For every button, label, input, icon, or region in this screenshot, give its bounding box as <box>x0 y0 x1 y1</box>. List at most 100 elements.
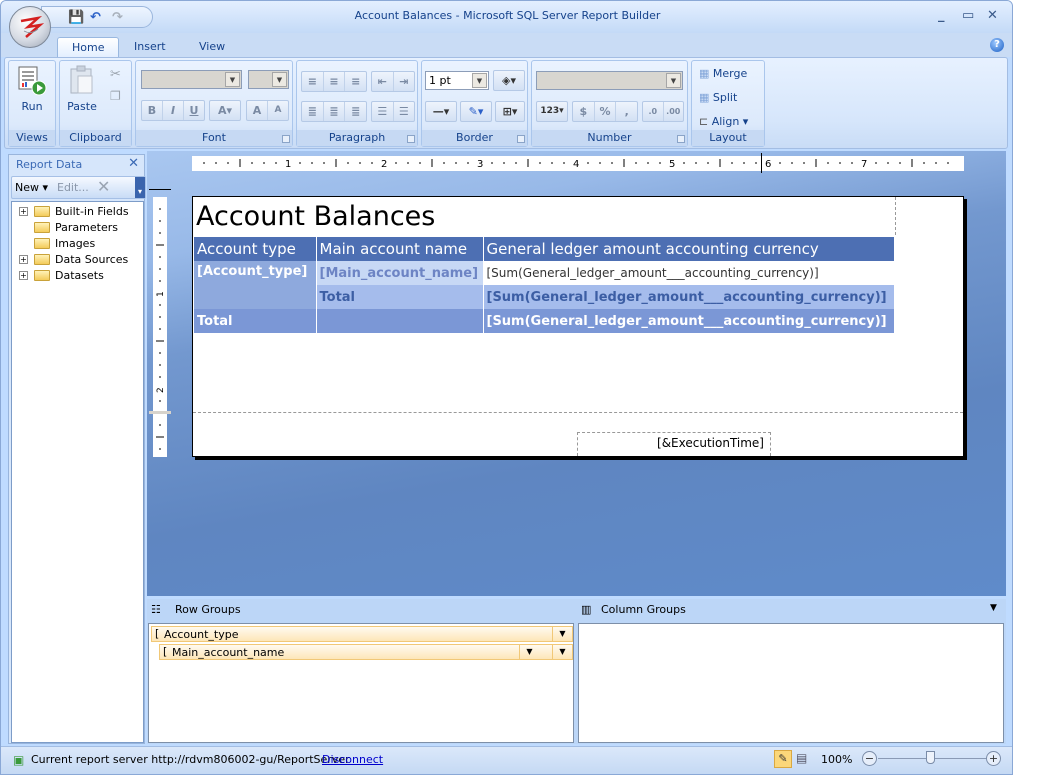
header-cell[interactable]: Main account name <box>316 237 483 261</box>
grow-font-icon[interactable]: A <box>247 101 268 120</box>
paste-button[interactable]: Paste <box>64 65 100 113</box>
amount-cell[interactable]: [Sum(General_ledger_amount___accounting_… <box>483 261 894 285</box>
body-footer-splitter[interactable] <box>149 411 171 414</box>
chevron-down-icon[interactable]: ▼ <box>552 627 572 641</box>
align-button[interactable]: ⊏ Align ▾ <box>699 115 748 128</box>
increase-indent-icon[interactable]: ⇥ <box>394 72 415 91</box>
header-cell[interactable]: General ledger amount accounting currenc… <box>483 237 894 261</box>
align-right-icon[interactable]: ≣ <box>345 102 366 121</box>
percent-button[interactable]: % <box>595 102 617 121</box>
header-cell[interactable]: Account type <box>194 237 316 261</box>
tab-insert[interactable]: Insert <box>120 37 180 57</box>
chevron-down-icon[interactable]: ▼ <box>519 645 539 659</box>
design-view-button[interactable]: ✎ <box>774 750 792 768</box>
decimal-buttons: .0.00 <box>642 101 684 122</box>
subtotal-amount-cell[interactable]: [Sum(General_ledger_amount___accounting_… <box>483 285 894 309</box>
edit-button[interactable]: Edit... <box>57 181 89 194</box>
disconnect-link[interactable]: Disconnect <box>322 753 383 766</box>
tree-node-datasets[interactable]: +Datasets <box>12 268 142 284</box>
fill-color-button[interactable]: ◈▾ <box>493 70 525 91</box>
maximize-button[interactable]: ▭ <box>962 8 974 23</box>
ruler-corner-line <box>149 189 171 190</box>
preview-view-button[interactable]: ▤ <box>796 751 807 765</box>
font-dialog-launcher[interactable] <box>282 135 290 143</box>
currency-button[interactable]: $ <box>573 102 595 121</box>
tree-node-images[interactable]: Images <box>12 236 142 252</box>
subtotal-label-cell[interactable]: Total <box>316 285 483 309</box>
row-group-main-account-name[interactable]: [ Main_account_name ▼ ▼ <box>159 644 573 660</box>
align-center-icon[interactable]: ≣ <box>324 102 346 121</box>
number-format-combo[interactable]: ▼ <box>536 71 683 90</box>
close-panel-icon[interactable]: ✕ <box>128 156 139 171</box>
run-button[interactable]: Run <box>13 65 51 113</box>
tree-node-built-in-fields[interactable]: +Built-in Fields <box>12 204 142 220</box>
shrink-font-icon[interactable]: A <box>268 101 288 120</box>
grand-total-label-cell[interactable]: Total <box>194 309 316 333</box>
tree-node-data-sources[interactable]: +Data Sources <box>12 252 142 268</box>
font-color-button[interactable]: A▾ <box>209 100 241 121</box>
copy-icon[interactable]: ❐ <box>110 89 121 103</box>
grand-total-empty-cell[interactable] <box>316 309 483 333</box>
expand-icon[interactable]: + <box>19 207 28 216</box>
italic-button[interactable]: I <box>163 101 184 120</box>
help-icon[interactable]: ? <box>990 38 1004 52</box>
font-size-combo[interactable]: ▼ <box>248 70 289 89</box>
redo-icon[interactable]: ↷ <box>112 10 123 25</box>
placeholder-format-button[interactable]: 123▾ <box>536 101 568 122</box>
minimize-button[interactable]: _ <box>938 8 945 23</box>
grouping-menu-icon[interactable]: ▼ <box>990 603 997 613</box>
close-button[interactable]: ✕ <box>987 8 998 23</box>
expand-icon[interactable]: + <box>19 271 28 280</box>
decrease-decimal-icon[interactable]: .00 <box>664 102 684 121</box>
align-middle-icon[interactable]: ≡ <box>324 72 346 91</box>
chevron-down-icon: ▼ <box>272 72 287 87</box>
delete-icon[interactable]: ✕ <box>97 177 110 196</box>
account-type-cell[interactable]: [Account_type] <box>194 261 316 309</box>
align-bottom-icon[interactable]: ≡ <box>345 72 366 91</box>
merge-button[interactable]: ▦ Merge <box>699 67 747 80</box>
align-icon: ⊏ <box>699 115 708 128</box>
application-menu-button[interactable] <box>9 6 51 48</box>
decrease-indent-icon[interactable]: ⇤ <box>372 72 394 91</box>
report-title-textbox[interactable]: Account Balances <box>196 201 435 232</box>
zoom-level: 100% <box>821 753 852 766</box>
borders-button[interactable]: ⊞▾ <box>495 101 525 122</box>
number-dialog-launcher[interactable] <box>677 135 685 143</box>
chevron-down-icon: ▼ <box>472 73 487 88</box>
row-group-account-type[interactable]: [ Account_type ▼ <box>151 626 573 642</box>
tab-view[interactable]: View <box>185 37 239 57</box>
font-name-combo[interactable]: ▼ <box>141 70 242 89</box>
cut-icon[interactable]: ✂ <box>110 67 121 82</box>
expand-icon[interactable]: + <box>19 255 28 264</box>
border-width-combo[interactable]: 1 pt▼ <box>425 71 489 90</box>
grand-total-amount-cell[interactable]: [Sum(General_ledger_amount___accounting_… <box>483 309 894 333</box>
save-icon[interactable]: 💾 <box>68 10 84 25</box>
page-footer-divider <box>193 412 963 413</box>
tablix[interactable]: Account type Main account name General l… <box>194 237 895 333</box>
tab-home[interactable]: Home <box>57 37 119 57</box>
paragraph-dialog-launcher[interactable] <box>407 135 415 143</box>
ruler-label: 1 <box>285 159 291 170</box>
zoom-out-button[interactable]: − <box>862 751 877 766</box>
tree-node-parameters[interactable]: Parameters <box>12 220 142 236</box>
numbering-icon[interactable]: ☰ <box>394 102 415 121</box>
border-style-button[interactable]: —▾ <box>425 101 457 122</box>
execution-time-textbox[interactable]: [&ExecutionTime] <box>577 432 771 456</box>
zoom-in-button[interactable]: + <box>986 751 1001 766</box>
increase-decimal-icon[interactable]: .0 <box>643 102 664 121</box>
undo-icon[interactable]: ↶ <box>90 10 101 25</box>
chevron-down-icon[interactable]: ▼ <box>552 645 572 659</box>
bullets-icon[interactable]: ☰ <box>372 102 394 121</box>
underline-button[interactable]: U <box>184 101 204 120</box>
zoom-slider-thumb[interactable] <box>926 751 935 764</box>
bold-button[interactable]: B <box>142 101 163 120</box>
toolbar-overflow-icon[interactable]: ▾ <box>135 177 145 198</box>
align-left-icon[interactable]: ≣ <box>302 102 324 121</box>
main-account-name-cell[interactable]: [Main_account_name] <box>316 261 483 285</box>
border-dialog-launcher[interactable] <box>517 135 525 143</box>
border-color-button[interactable]: ✎▾ <box>460 101 492 122</box>
split-button[interactable]: ▦ Split <box>699 91 737 104</box>
align-top-icon[interactable]: ≡ <box>302 72 324 91</box>
new-button[interactable]: New ▾ <box>15 181 48 194</box>
comma-button[interactable]: , <box>616 102 637 121</box>
